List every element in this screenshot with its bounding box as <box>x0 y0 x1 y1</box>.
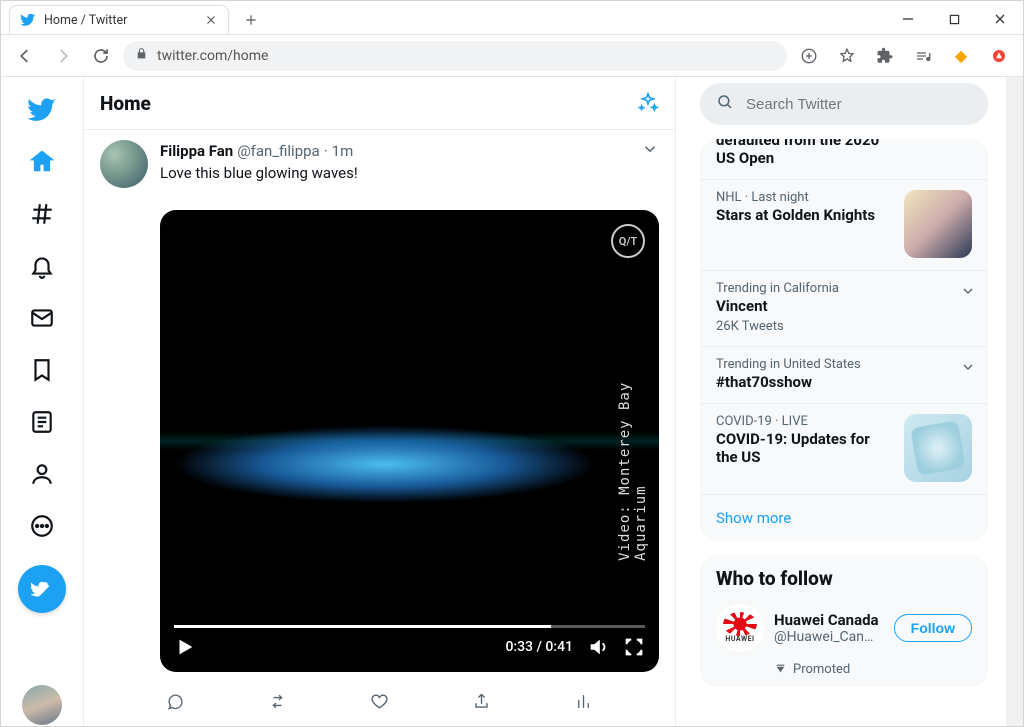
new-tab-button[interactable] <box>237 6 265 34</box>
forward-button[interactable] <box>47 40 79 72</box>
tweet-more-icon[interactable] <box>641 140 659 162</box>
browser-tabstrip: Home / Twitter <box>1 1 1023 35</box>
video-frame <box>160 210 659 672</box>
compose-tweet-button[interactable] <box>18 565 66 613</box>
url-text: twitter.com/home <box>157 48 268 64</box>
tab-title: Home / Twitter <box>44 13 196 28</box>
lock-icon <box>135 47 149 64</box>
trend-item[interactable]: NHL · Last night Stars at Golden Knights <box>700 180 988 271</box>
search-icon <box>716 93 734 115</box>
reply-button[interactable] <box>158 684 192 718</box>
trend-item[interactable]: COVID-19 · LIVE COVID-19: Updates for th… <box>700 404 988 495</box>
trend-item[interactable]: Trending in United States #that70sshow <box>700 347 988 404</box>
tweet-author-name[interactable]: Filippa Fan <box>160 142 233 160</box>
extensions-icon[interactable] <box>869 40 901 72</box>
nav-notifications[interactable] <box>17 241 67 291</box>
browser-toolbar: twitter.com/home ◆ <box>1 35 1023 77</box>
address-bar[interactable]: twitter.com/home <box>123 41 787 71</box>
fullscreen-icon[interactable] <box>623 636 645 658</box>
window-close-button[interactable] <box>977 4 1023 34</box>
scrollbar[interactable] <box>1006 77 1023 726</box>
back-button[interactable] <box>9 40 41 72</box>
right-sidebar: defaulted from the 2020US Open NHL · Las… <box>676 77 1006 726</box>
trends-card: defaulted from the 2020US Open NHL · Las… <box>700 139 988 541</box>
follow-avatar[interactable]: HUAWEI <box>716 604 764 652</box>
video-source-badge: Q/T <box>611 224 645 258</box>
play-icon[interactable] <box>174 636 196 658</box>
account-avatar[interactable] <box>22 685 62 725</box>
chevron-down-icon[interactable] <box>960 359 976 379</box>
volume-icon[interactable] <box>587 636 609 658</box>
chevron-down-icon[interactable] <box>960 283 976 303</box>
timeline: Home Filippa Fan @fan_filippa · 1m <box>83 77 676 726</box>
tweet[interactable]: Filippa Fan @fan_filippa · 1m Love this … <box>84 130 675 676</box>
search-input[interactable] <box>746 96 972 113</box>
tweet-author-handle[interactable]: @fan_filippa <box>237 142 320 160</box>
ext-red-icon[interactable] <box>983 40 1015 72</box>
browser-tab[interactable]: Home / Twitter <box>9 5 229 34</box>
who-to-follow-card: Who to follow HUAWEI Huawei Canada @Huaw… <box>700 555 988 687</box>
tweet-video[interactable]: Q/T Video: Monterey Bay Aquarium 0:33 / … <box>160 210 659 672</box>
video-credit: Video: Monterey Bay Aquarium <box>617 339 649 561</box>
trends-show-more[interactable]: Show more <box>700 495 988 541</box>
search-box[interactable] <box>700 83 988 125</box>
window-minimize-button[interactable] <box>885 4 931 34</box>
trend-thumbnail <box>904 414 972 482</box>
trend-item-partial[interactable]: defaulted from the 2020US Open <box>700 139 988 180</box>
bookmark-star-icon[interactable] <box>831 40 863 72</box>
add-to-circle-icon[interactable] <box>793 40 825 72</box>
retweet-button[interactable] <box>260 684 294 718</box>
ext-orange-icon[interactable]: ◆ <box>945 40 977 72</box>
huawei-logo-icon <box>725 614 755 634</box>
follow-name: Huawei Canada <box>774 611 884 629</box>
video-time-display: 0:33 / 0:41 <box>505 639 573 655</box>
like-button[interactable] <box>362 684 396 718</box>
page-title: Home <box>100 92 151 115</box>
nav-profile[interactable] <box>17 449 67 499</box>
reload-button[interactable] <box>85 40 117 72</box>
nav-messages[interactable] <box>17 293 67 343</box>
tab-close-icon[interactable] <box>204 13 218 27</box>
tweet-text: Love this blue glowing waves! <box>160 164 659 182</box>
video-progress-bar[interactable] <box>174 625 645 628</box>
tweet-separator: · <box>324 142 328 160</box>
window-maximize-button[interactable] <box>931 4 977 34</box>
who-to-follow-header: Who to follow <box>700 555 988 594</box>
tweet-author-avatar[interactable] <box>100 140 148 188</box>
trend-thumbnail <box>904 190 972 258</box>
follow-handle: @Huawei_Can… <box>774 629 884 645</box>
ext-music-icon[interactable] <box>907 40 939 72</box>
top-tweets-icon[interactable] <box>637 92 659 114</box>
tweet-time[interactable]: 1m <box>332 142 354 160</box>
nav-bookmarks[interactable] <box>17 345 67 395</box>
promoted-label: Promoted <box>700 662 988 687</box>
trend-item[interactable]: Trending in California Vincent 26K Tweet… <box>700 271 988 347</box>
nav-explore[interactable] <box>17 189 67 239</box>
follow-button[interactable]: Follow <box>894 614 972 642</box>
twitter-favicon <box>20 12 36 28</box>
sidebar-nav <box>1 77 83 726</box>
analytics-button[interactable] <box>567 684 601 718</box>
timeline-header: Home <box>84 77 675 130</box>
tweet-actions <box>84 676 675 726</box>
nav-more[interactable] <box>17 501 67 551</box>
follow-suggestion[interactable]: HUAWEI Huawei Canada @Huawei_Can… Follow <box>700 594 988 662</box>
nav-lists[interactable] <box>17 397 67 447</box>
twitter-logo[interactable] <box>17 85 67 135</box>
nav-home[interactable] <box>17 137 67 187</box>
video-controls: 0:33 / 0:41 <box>160 617 659 672</box>
share-button[interactable] <box>465 684 499 718</box>
